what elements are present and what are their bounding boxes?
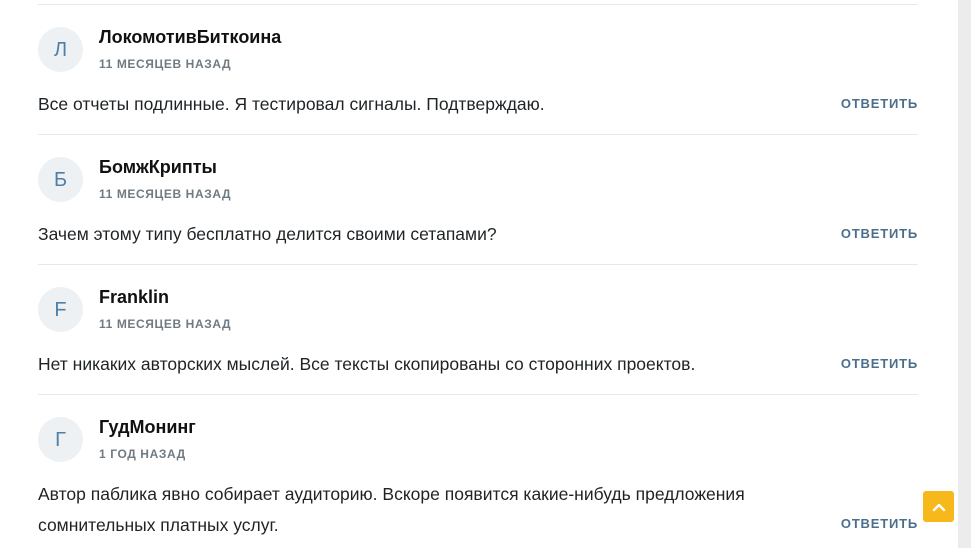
avatar-letter: F <box>54 298 67 321</box>
comment-text: Автор паблика явно собирает аудиторию. В… <box>38 484 745 535</box>
reply-link[interactable]: ОТВЕТИТЬ <box>841 516 918 532</box>
comment-item: Г ГудМонинг 1 ГОД НАЗАД Автор паблика яв… <box>0 395 958 535</box>
comment-item: F Franklin 11 МЕСЯЦЕВ НАЗАД Нет никаких … <box>0 265 958 395</box>
comment-text: Нет никаких авторских мыслей. Все тексты… <box>38 354 696 374</box>
chevron-up-icon <box>931 499 947 515</box>
avatar: Б <box>38 157 83 202</box>
comment-date: 11 МЕСЯЦЕВ НАЗАД <box>99 317 232 331</box>
comment-date: 1 ГОД НАЗАД <box>99 447 186 461</box>
reply-link[interactable]: ОТВЕТИТЬ <box>841 96 918 112</box>
comment-item: Б БомжКрипты 11 МЕСЯЦЕВ НАЗАД Зачем этом… <box>0 135 958 265</box>
avatar-letter: Л <box>53 38 68 61</box>
avatar-letter: Б <box>53 168 68 191</box>
scroll-to-top-button[interactable] <box>923 491 954 522</box>
comment-item: Л ЛокомотивБиткоина 11 МЕСЯЦЕВ НАЗАД Все… <box>0 5 958 135</box>
scrollbar[interactable] <box>958 0 971 548</box>
comment-date: 11 МЕСЯЦЕВ НАЗАД <box>99 187 232 201</box>
reply-link[interactable]: ОТВЕТИТЬ <box>841 356 918 372</box>
comment-author: Franklin <box>99 287 170 307</box>
comment-author: БомжКрипты <box>99 157 217 177</box>
comment-author: ЛокомотивБиткоина <box>99 27 282 47</box>
comment-date: 11 МЕСЯЦЕВ НАЗАД <box>99 57 232 71</box>
comments-list: Л ЛокомотивБиткоина 11 МЕСЯЦЕВ НАЗАД Все… <box>0 0 958 548</box>
avatar: Г <box>38 417 83 462</box>
comment-author: ГудМонинг <box>99 417 196 437</box>
avatar: F <box>38 287 83 332</box>
avatar-letter: Г <box>55 428 66 451</box>
avatar: Л <box>38 27 83 72</box>
comment-text: Все отчеты подлинные. Я тестировал сигна… <box>38 94 545 114</box>
comment-text: Зачем этому типу бесплатно делится своим… <box>38 224 497 244</box>
reply-link[interactable]: ОТВЕТИТЬ <box>841 226 918 242</box>
